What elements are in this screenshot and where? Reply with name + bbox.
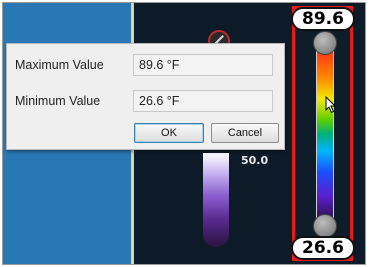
scale-min-label[interactable]: 26.6: [291, 236, 355, 260]
cancel-button[interactable]: Cancel: [211, 123, 279, 143]
min-slider-handle[interactable]: [313, 214, 337, 238]
ok-button[interactable]: OK: [134, 123, 204, 143]
maximum-value-field[interactable]: 89.6 °F: [133, 54, 273, 76]
color-scale-bar[interactable]: [316, 46, 334, 222]
maximum-value-label: Maximum Value: [15, 58, 104, 72]
maximum-row: Maximum Value 89.6 °F: [15, 53, 273, 77]
minimum-row: Minimum Value 26.6 °F: [15, 89, 273, 113]
minimum-value-label: Minimum Value: [15, 94, 101, 108]
minimum-value-field[interactable]: 26.6 °F: [133, 90, 273, 112]
background-bar-label: 50.0: [241, 154, 269, 167]
max-slider-handle[interactable]: [313, 31, 337, 55]
range-dialog: Maximum Value 89.6 °F Minimum Value 26.6…: [6, 43, 285, 150]
scale-max-label[interactable]: 89.6: [291, 7, 355, 31]
mouse-pointer-icon: [325, 96, 337, 114]
background-thermal-bar: [203, 153, 229, 247]
